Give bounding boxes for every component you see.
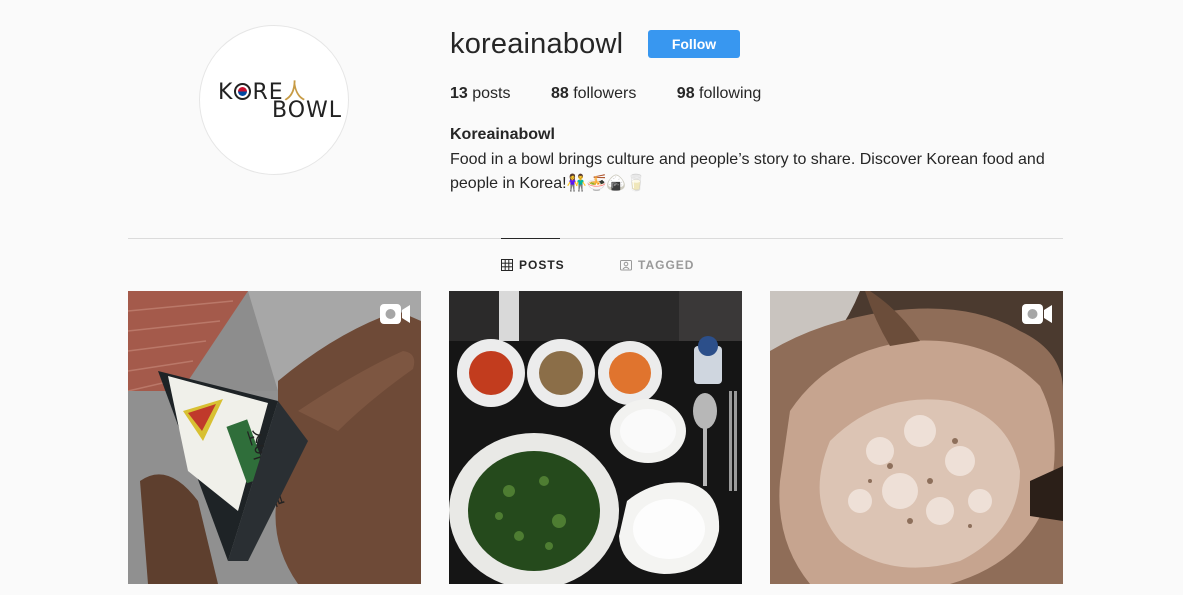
post-thumbnail-3[interactable]	[770, 291, 1063, 584]
followers-stat[interactable]: 88 followers	[551, 85, 636, 102]
followers-count: 88	[550, 85, 569, 102]
profile-avatar[interactable]: K RE人 BOWL	[199, 25, 349, 175]
active-tab-indicator	[501, 238, 560, 239]
profile-page: K RE人 BOWL koreainabowl Follow 13 posts 8…	[0, 0, 1183, 595]
profile-stats: 13 posts 88 followers 98 following	[450, 85, 797, 103]
profile-full-name: Koreainabowl	[450, 126, 555, 143]
grid-icon	[501, 259, 513, 271]
video-camera-icon	[380, 304, 410, 324]
following-stat-label: following	[699, 85, 762, 102]
tab-posts-label: POSTS	[519, 258, 565, 272]
video-camera-icon	[1022, 304, 1052, 324]
post-thumbnail-2[interactable]	[449, 291, 742, 584]
tabs-divider	[128, 238, 1063, 239]
post-image-bingsu	[770, 291, 1063, 584]
post-image-kimbap: 소야계란볶	[128, 291, 421, 584]
following-stat[interactable]: 98 following	[677, 85, 762, 102]
profile-bio: Food in a bowl brings culture and people…	[450, 151, 1045, 192]
followers-stat-label: followers	[573, 85, 637, 102]
tagged-icon	[620, 260, 632, 271]
posts-count: 13	[450, 85, 468, 102]
posts-stat-label: posts	[472, 85, 511, 102]
post-thumbnail-1[interactable]: 소야계란볶	[128, 291, 421, 584]
profile-username: koreainabowl	[450, 28, 624, 60]
tab-tagged-label: TAGGED	[638, 258, 695, 272]
following-count: 98	[676, 85, 695, 102]
tab-posts[interactable]: POSTS	[501, 258, 565, 272]
post-image-meal-tray	[449, 291, 742, 584]
follow-button[interactable]: Follow	[648, 30, 740, 58]
brand-logo: K RE人 BOWL	[218, 80, 343, 123]
posts-stat: 13 posts	[450, 85, 511, 102]
tab-tagged[interactable]: TAGGED	[620, 258, 694, 272]
